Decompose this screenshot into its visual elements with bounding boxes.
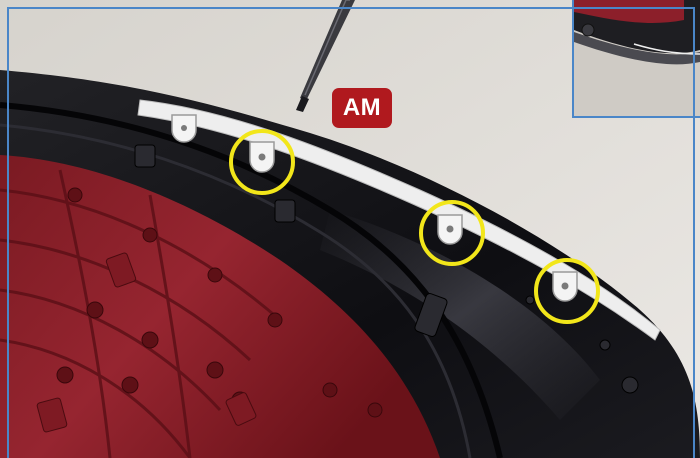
inset-photo-image [574,0,700,116]
inset-photo [572,0,700,118]
photo-stage: AM [0,0,700,458]
am-badge: AM [332,88,392,128]
